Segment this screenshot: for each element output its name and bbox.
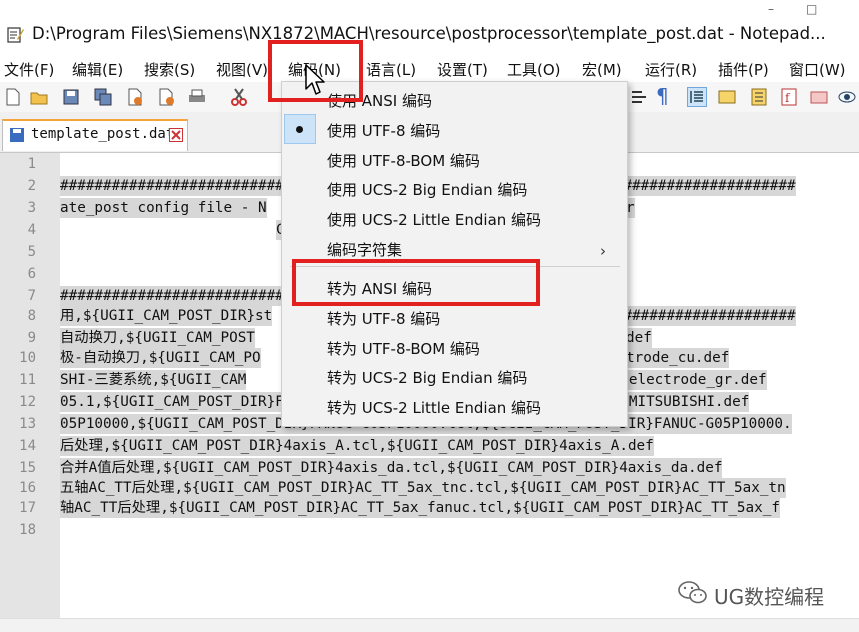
close-all-icon[interactable]: [158, 88, 176, 106]
function-list-icon[interactable]: f: [780, 88, 798, 106]
code-line: 五轴AC_TT后处理,${UGII_CAM_POST_DIR}AC_TT_5ax…: [60, 478, 786, 498]
menu-convert-ucs2-le[interactable]: 转为 UCS-2 Little Endian 编码: [327, 397, 541, 418]
tab-template-post[interactable]: template_post.dat: [2, 119, 188, 151]
code-line: ate_post config file - N: [60, 198, 267, 218]
code-line: SHI-三菱系统,${UGII_CAM: [60, 370, 247, 390]
menu-bar: 文件(F) 编辑(E) 搜索(S) 视图(V) 编码(N) 语言(L) 设置(T…: [0, 56, 859, 82]
horizontal-scrollbar[interactable]: [0, 618, 859, 632]
menu-use-ucs2-le[interactable]: 使用 UCS-2 Little Endian 编码: [327, 209, 541, 230]
monitor-icon[interactable]: [838, 88, 856, 106]
code-line: 后处理,${UGII_CAM_POST_DIR}4axis_A.tcl,${UG…: [60, 436, 654, 456]
menu-macro[interactable]: 宏(M): [582, 59, 622, 80]
menu-file[interactable]: 文件(F): [4, 59, 54, 80]
code-line: 合并A值后处理,${UGII_CAM_POST_DIR}4axis_da.tcl…: [60, 458, 723, 478]
line-number: 1: [27, 156, 36, 172]
line-number: 7: [27, 288, 36, 304]
tab-close-icon[interactable]: [169, 128, 183, 142]
menu-edit[interactable]: 编辑(E): [72, 59, 123, 80]
menu-view[interactable]: 视图(V): [216, 59, 268, 80]
menu-plugins[interactable]: 插件(P): [718, 59, 769, 80]
menu-settings[interactable]: 设置(T): [437, 59, 488, 80]
line-number: 13: [19, 416, 36, 432]
menu-use-utf8-bom[interactable]: 使用 UTF-8-BOM 编码: [327, 150, 480, 171]
code-line: ###########################: [60, 176, 293, 196]
cut-icon[interactable]: [230, 88, 248, 106]
line-number: 3: [27, 200, 36, 216]
menu-window[interactable]: 窗口(W): [789, 59, 846, 80]
save-icon[interactable]: [62, 88, 80, 106]
line-number: 11: [19, 372, 36, 388]
new-file-icon[interactable]: [4, 88, 22, 106]
watermark-text: UG数控编程: [714, 585, 825, 609]
line-number-gutter: 1 2 3 4 5 6 7 8 9 10 11 12 13 14 15 16 17 18: [0, 153, 60, 618]
show-all-chars-icon[interactable]: [630, 88, 648, 106]
line-number: 6: [27, 266, 36, 282]
line-number: 9: [27, 330, 36, 346]
menu-use-ucs2-be[interactable]: 使用 UCS-2 Big Endian 编码: [327, 179, 527, 200]
folder-icon[interactable]: [810, 88, 828, 106]
line-number: 15: [19, 460, 36, 476]
open-file-icon[interactable]: [30, 88, 48, 106]
menu-charset[interactable]: 编码字符集: [327, 239, 402, 260]
mouse-cursor-icon: [305, 64, 325, 95]
encoding-dropdown: 使用 ANSI 编码 使用 UTF-8 编码 使用 UTF-8-BOM 编码 使…: [281, 81, 628, 427]
line-number: 10: [19, 350, 36, 366]
highlight-convert-ansi: [292, 259, 540, 306]
minimize-button[interactable]: –: [768, 2, 774, 16]
line-number: 12: [19, 394, 36, 410]
pilcrow-icon[interactable]: ¶: [656, 84, 674, 108]
code-line: 轴AC_TT后处理,${UGII_CAM_POST_DIR}AC_TT_5ax_…: [60, 498, 780, 518]
indent-guide-icon[interactable]: [687, 87, 707, 107]
code-line-fragment: def: [626, 328, 652, 348]
line-number: 2: [27, 178, 36, 194]
code-line: 用,${UGII_CAM_POST_DIR}st: [60, 306, 273, 326]
line-number: 14: [19, 438, 36, 454]
notepad-plus-plus-icon: [7, 27, 24, 43]
code-line: 极-自动换刀,${UGII_CAM_PO: [60, 348, 261, 368]
menu-search[interactable]: 搜索(S): [144, 59, 195, 80]
close-icon[interactable]: [126, 88, 144, 106]
menu-tools[interactable]: 工具(O): [507, 59, 561, 80]
line-number: 16: [19, 480, 36, 496]
menu-convert-utf8-bom[interactable]: 转为 UTF-8-BOM 编码: [327, 338, 480, 359]
wechat-icon: [678, 581, 707, 604]
menu-run[interactable]: 运行(R): [645, 59, 697, 80]
menu-convert-utf8[interactable]: 转为 UTF-8 编码: [327, 308, 440, 329]
radio-dot-icon: [296, 126, 303, 133]
menu-use-utf8[interactable]: 使用 UTF-8 编码: [327, 120, 440, 141]
line-number: 17: [19, 500, 36, 516]
print-icon[interactable]: [188, 88, 206, 106]
title-bar: D:\Program Files\Siemens\NX1872\MACH\res…: [0, 0, 859, 56]
tab-label: template_post.dat: [31, 126, 175, 142]
save-all-icon[interactable]: [94, 88, 112, 106]
window-title: D:\Program Files\Siemens\NX1872\MACH\res…: [32, 24, 826, 43]
menu-language[interactable]: 语言(L): [366, 59, 416, 80]
code-line: 自动换刀,${UGII_CAM_POST: [60, 328, 255, 348]
menu-convert-ucs2-be[interactable]: 转为 UCS-2 Big Endian 编码: [327, 367, 527, 388]
line-number: 18: [19, 522, 36, 538]
maximize-button[interactable]: □: [806, 2, 817, 16]
doc-map-icon[interactable]: [750, 88, 768, 106]
line-number: 8: [27, 308, 36, 324]
line-number: 4: [27, 222, 36, 238]
submenu-arrow-icon: ›: [600, 242, 606, 260]
saved-file-icon: [10, 128, 24, 142]
code-line: ###########################: [60, 286, 293, 306]
wrap-icon[interactable]: [718, 88, 736, 106]
line-number: 5: [27, 244, 36, 260]
